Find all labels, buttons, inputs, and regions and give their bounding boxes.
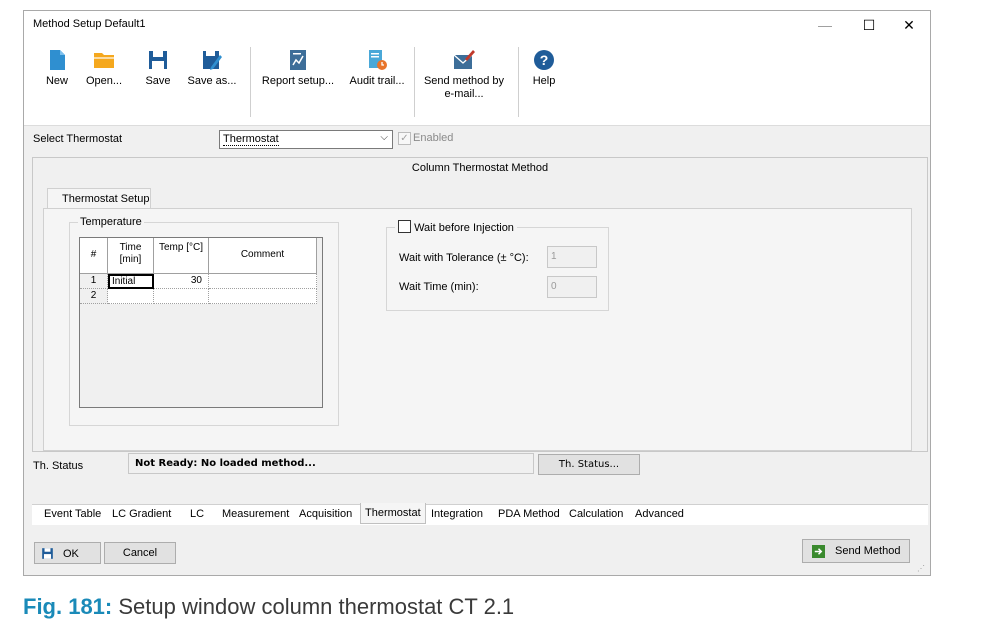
close-button[interactable]: ✕	[894, 15, 924, 35]
send-method-button[interactable]: Send Method	[802, 539, 910, 563]
th-status-value: Not Ready: No loaded method...	[135, 458, 316, 469]
minimize-button[interactable]: —	[810, 15, 840, 35]
save-label: Save	[145, 75, 171, 87]
tab-thermostat-setup-label: Thermostat Setup	[62, 193, 150, 205]
comment-cell[interactable]	[209, 289, 317, 304]
window-title: Method Setup Default1	[33, 18, 146, 30]
tolerance-label: Wait with Tolerance (± °C):	[399, 252, 529, 264]
report-setup-label: Report setup...	[261, 75, 335, 87]
tab-lc-gradient[interactable]: LC Gradient	[112, 508, 171, 520]
wait-before-injection-group: Wait before Injection Wait with Toleranc…	[386, 220, 609, 311]
ok-button[interactable]: OK	[34, 542, 101, 564]
help-icon: ?	[534, 50, 554, 70]
help-button[interactable]: ? Help	[524, 39, 564, 125]
open-label: Open...	[85, 75, 123, 87]
title-bar: Method Setup Default1 — ☐ ✕	[24, 11, 930, 39]
resize-grip-icon[interactable]: ⋰	[917, 564, 925, 573]
tab-integration[interactable]: Integration	[431, 508, 483, 520]
report-icon	[290, 50, 306, 70]
help-label: Help	[532, 75, 556, 87]
tab-pda-method[interactable]: PDA Method	[498, 508, 560, 520]
temperature-table[interactable]: # Time [min] Temp [°C] Comment 1 Initial…	[79, 237, 323, 408]
row-number: 2	[80, 289, 108, 304]
send-method-label: Send Method	[835, 545, 901, 557]
figure-caption: Fig. 181: Setup window column thermostat…	[23, 594, 514, 620]
save-as-button[interactable]: Save as...	[184, 39, 240, 125]
thermostat-select-value: Thermostat	[223, 133, 279, 146]
temperature-group: Temperature # Time [min] Temp [°C] Comme…	[69, 216, 339, 426]
svg-text:?: ?	[540, 52, 549, 68]
audit-trail-icon	[369, 50, 387, 70]
enabled-label: Enabled	[413, 132, 454, 144]
chevron-down-icon: ⌵	[380, 132, 388, 143]
col-comment-header[interactable]: Comment	[209, 238, 317, 274]
tab-lc[interactable]: LC	[190, 508, 204, 520]
new-button[interactable]: New	[38, 39, 76, 125]
row-number: 1	[80, 274, 108, 289]
maximize-button[interactable]: ☐	[854, 15, 884, 35]
column-thermostat-method-panel: Column Thermostat Method Thermostat Setu…	[32, 157, 928, 452]
th-status-label: Th. Status	[33, 460, 84, 472]
enabled-checkbox[interactable]: ✓	[398, 132, 411, 145]
tab-calculation[interactable]: Calculation	[569, 508, 623, 520]
cancel-button[interactable]: Cancel	[104, 542, 176, 564]
tab-measurement[interactable]: Measurement	[222, 508, 289, 520]
open-button[interactable]: Open...	[82, 39, 126, 125]
time-cell[interactable]: Initial	[108, 274, 154, 289]
temp-cell[interactable]	[154, 289, 209, 304]
col-number-header: #	[80, 238, 108, 274]
audit-trail-button[interactable]: Audit trail...	[346, 39, 408, 125]
method-setup-window: Method Setup Default1 — ☐ ✕ New Open... …	[23, 10, 931, 576]
send-by-email-label: Send method by e-mail...	[423, 75, 505, 100]
send-arrow-icon	[812, 545, 825, 558]
report-setup-button[interactable]: Report setup...	[260, 39, 336, 125]
tab-event-table[interactable]: Event Table	[44, 508, 101, 520]
col-temp-header[interactable]: Temp [°C]	[154, 238, 209, 274]
new-document-icon	[50, 50, 65, 70]
floppy-disk-icon	[149, 51, 167, 69]
ok-label: OK	[63, 548, 79, 560]
method-title: Column Thermostat Method	[411, 162, 549, 174]
temp-cell[interactable]: 30	[154, 274, 209, 289]
th-status-field: Not Ready: No loaded method...	[128, 453, 534, 474]
wait-before-injection-label: Wait before Injection	[414, 222, 514, 234]
wait-before-injection-checkbox[interactable]	[398, 220, 411, 233]
tolerance-field[interactable]: 1	[547, 246, 597, 268]
save-as-icon	[203, 51, 222, 70]
wait-time-label: Wait Time (min):	[399, 281, 479, 293]
figure-caption-text: Setup window column thermostat CT 2.1	[118, 594, 515, 619]
tab-advanced[interactable]: Advanced	[635, 508, 684, 520]
toolbar-separator	[250, 47, 251, 117]
time-cell[interactable]	[108, 289, 154, 304]
thermostat-select[interactable]: Thermostat ⌵	[219, 130, 393, 149]
tab-thermostat-setup[interactable]: Thermostat Setup	[47, 188, 151, 209]
email-icon	[453, 50, 475, 69]
new-label: New	[45, 75, 68, 87]
save-button[interactable]: Save	[138, 39, 178, 125]
temperature-group-label: Temperature	[78, 216, 144, 228]
select-thermostat-label: Select Thermostat	[33, 133, 123, 145]
tab-thermostat[interactable]: Thermostat	[360, 503, 426, 524]
audit-trail-label: Audit trail...	[349, 75, 405, 87]
send-by-email-button[interactable]: Send method by e-mail...	[420, 39, 508, 125]
folder-icon	[94, 53, 114, 68]
toolbar: New Open... Save Save as... Report setup…	[24, 39, 930, 126]
col-time-header[interactable]: Time [min]	[108, 238, 154, 274]
save-as-label: Save as...	[187, 75, 237, 87]
wait-checkbox-row[interactable]: Wait before Injection	[395, 220, 517, 234]
thermostat-setup-tab-panel: Temperature # Time [min] Temp [°C] Comme…	[43, 208, 912, 451]
th-status-button[interactable]: Th. Status...	[538, 454, 640, 475]
method-tabs: Event Table LC Gradient LC Measurement A…	[32, 503, 928, 525]
toolbar-separator	[414, 47, 415, 117]
toolbar-separator	[518, 47, 519, 117]
tab-acquisition[interactable]: Acquisition	[299, 508, 352, 520]
comment-cell[interactable]	[209, 274, 317, 289]
figure-number: Fig. 181:	[23, 594, 113, 619]
wait-time-field[interactable]: 0	[547, 276, 597, 298]
floppy-disk-icon	[42, 548, 53, 559]
